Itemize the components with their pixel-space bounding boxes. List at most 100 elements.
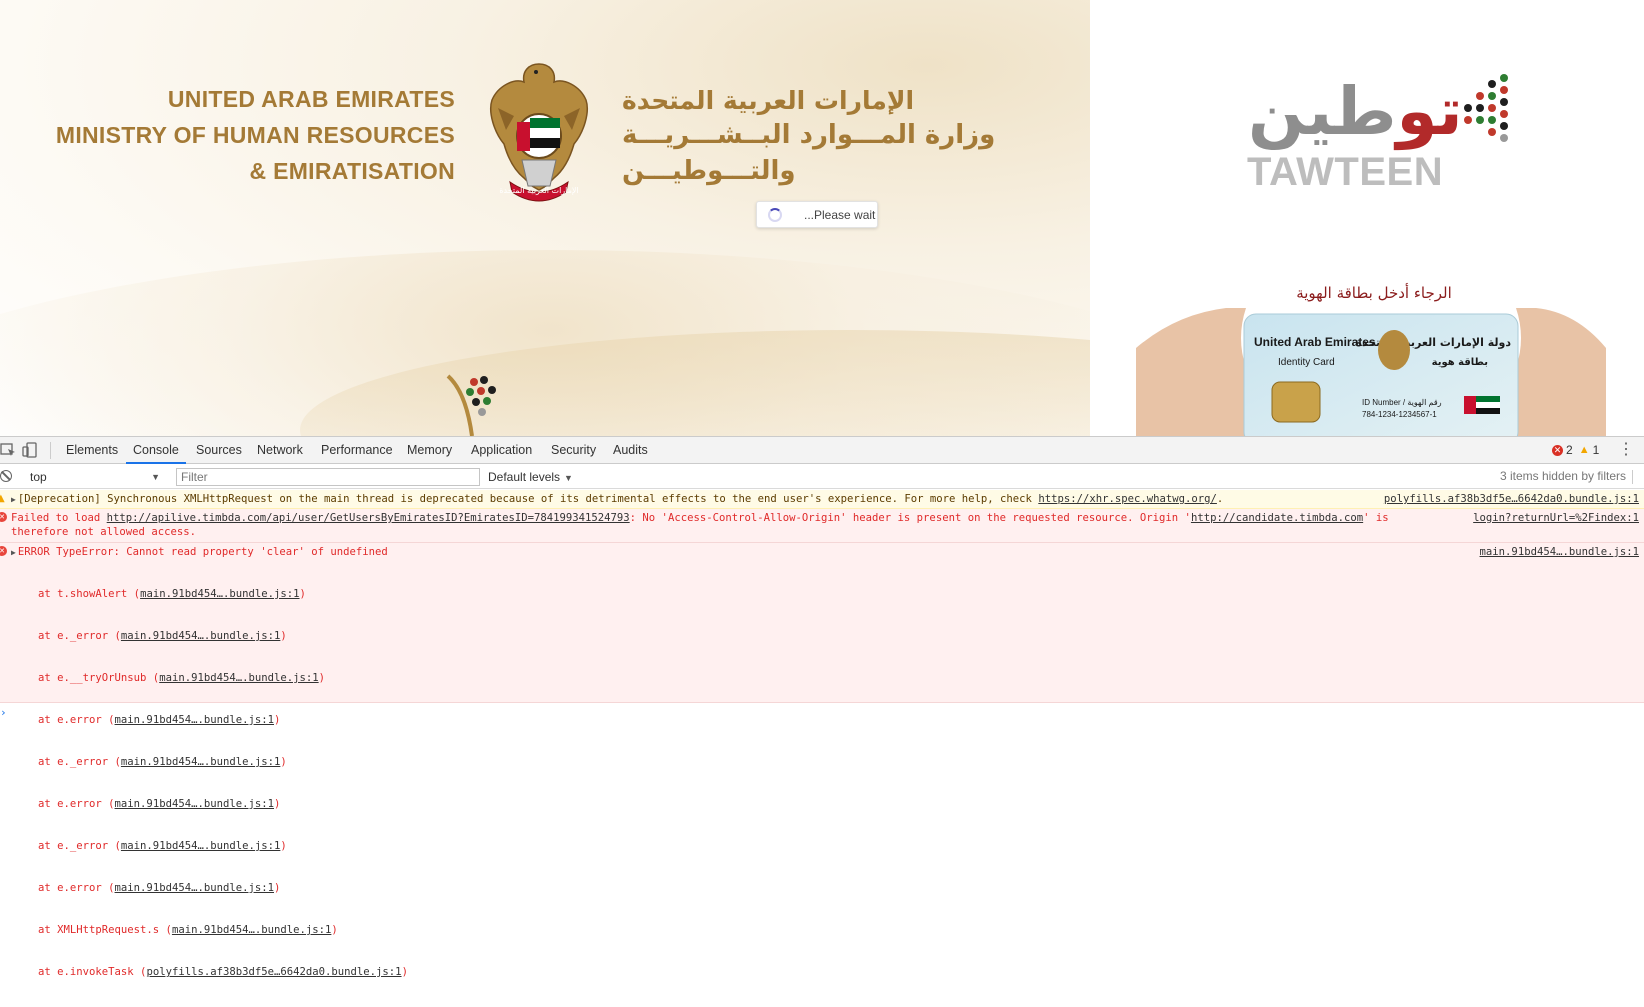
id-card-image: United Arab Emirates Identity Card دولة … (1136, 308, 1606, 436)
ministry-name-ar-line1: الإمارات العربية المتحدة (622, 86, 915, 115)
loading-text: ...Please wait (804, 207, 876, 222)
stack-frame-link[interactable]: main.91bd454….bundle.js:1 (159, 672, 318, 684)
tab-application[interactable]: Application (471, 437, 532, 464)
api-url-link[interactable]: http://apilive.timbda.com/api/user/GetUs… (107, 512, 630, 524)
devtools-panel: Elements Console Sources Network Perform… (0, 436, 1644, 978)
tab-console[interactable]: Console (126, 437, 186, 464)
emblem-ribbon-text: الإمارات العربية المتحدة (499, 186, 578, 196)
tawteen-mark-icon (446, 374, 496, 436)
stack-frame: at e.invokeTask (polyfills.af38b3df5e…66… (38, 966, 408, 978)
message-source-link[interactable]: polyfills.af38b3df5e…6642da0.bundle.js:1 (1384, 492, 1639, 506)
message-source-link[interactable]: login?returnUrl=%2Findex:1 (1473, 511, 1639, 525)
ministry-name-ar-line2: وزارة المـــوارد البــشـــريـــة (622, 120, 996, 150)
stack-frame-link[interactable]: main.91bd454….bundle.js:1 (140, 588, 299, 600)
more-options-icon[interactable]: ⋮ (1618, 440, 1634, 460)
devtools-tabbar: Elements Console Sources Network Perform… (0, 437, 1644, 464)
log-levels-value: Default levels (488, 470, 561, 484)
toolbar-divider (50, 442, 51, 459)
stack-frame: at e.__tryOrUnsub (main.91bd454….bundle.… (38, 672, 326, 684)
error-icon: ✕ (1552, 444, 1563, 456)
warning-icon: ▲ (0, 493, 5, 504)
typeerror-title: ▶ ERROR TypeError: Cannot read property '… (11, 545, 388, 560)
tab-network[interactable]: Network (257, 437, 303, 464)
ministry-name-en-line2: MINISTRY OF HUMAN RESOURCES (55, 122, 455, 148)
cors-text-c: ' is (1363, 512, 1389, 524)
warning-icon: ▲ (1578, 444, 1590, 456)
origin-link[interactable]: http://candidate.timbda.com (1191, 512, 1363, 524)
cors-error-line2: therefore not allowed access. (11, 526, 196, 538)
toolbar-divider (1632, 470, 1633, 484)
stack-frame-link[interactable]: main.91bd454….bundle.js:1 (115, 798, 274, 810)
context-value: top (30, 470, 47, 484)
message-source-link[interactable]: main.91bd454….bundle.js:1 (1480, 545, 1639, 559)
tawteen-logo-ar-rest: طين (1248, 73, 1397, 150)
card-subtitle-ar: بطاقة هوية (1432, 357, 1488, 368)
context-select[interactable]: top ▼ (30, 468, 160, 486)
ministry-name-en-line3: & EMIRATISATION (249, 158, 455, 184)
stack-frame-link[interactable]: main.91bd454….bundle.js:1 (121, 840, 280, 852)
log-levels-select[interactable]: Default levels ▼ (488, 468, 573, 487)
error-count: 2 (1566, 443, 1573, 457)
tab-audits[interactable]: Audits (613, 437, 648, 464)
cors-error-line1: Failed to load http://apilive.timbda.com… (11, 511, 1389, 525)
stack-frame: at e.error (main.91bd454….bundle.js:1) (38, 798, 281, 810)
spinner-icon (768, 207, 782, 222)
stack-frame: at e.error (main.91bd454….bundle.js:1) (38, 882, 281, 894)
error-icon: ✕ (0, 546, 7, 556)
tawteen-logo-ar: توطين (1248, 72, 1463, 152)
stack-frame-link[interactable]: main.91bd454….bundle.js:1 (121, 756, 280, 768)
expand-triangle-icon[interactable]: ▶ (11, 493, 16, 507)
tawteen-logo-ar-accent: تو (1396, 73, 1463, 150)
filter-input[interactable] (176, 468, 480, 486)
warning-text-suffix: . (1216, 493, 1224, 505)
console-warning-message[interactable]: ▲ ▶ [Deprecation] Synchronous XMLHttpRequ… (0, 490, 1644, 509)
cors-text-b: : No 'Access-Control-Allow-Origin' heade… (629, 512, 1191, 524)
card-id-label: ID Number / رقم الهوية (1362, 398, 1442, 407)
stack-frame: at e._error (main.91bd454….bundle.js:1) (38, 840, 287, 852)
error-icon: ✕ (0, 512, 7, 522)
stack-frame: at t.showAlert (main.91bd454….bundle.js:… (38, 588, 306, 600)
tab-elements[interactable]: Elements (66, 437, 118, 464)
console-filterbar: top ▼ Default levels▼ 3 items hidden by … (0, 465, 1644, 489)
tawteen-logo-en: TAWTEEN (1247, 150, 1444, 194)
expand-triangle-icon[interactable]: ▶ (11, 546, 16, 560)
stack-frame-link[interactable]: main.91bd454….bundle.js:1 (121, 630, 280, 642)
prompt-caret-icon: › (0, 706, 7, 719)
web-page: UNITED ARAB EMIRATES MINISTRY OF HUMAN R… (0, 0, 1644, 436)
tab-sources[interactable]: Sources (196, 437, 242, 464)
xhr-spec-link[interactable]: https://xhr.spec.whatwg.org/ (1038, 493, 1217, 505)
tab-memory[interactable]: Memory (407, 437, 452, 464)
console-prompt[interactable]: › (0, 703, 1644, 721)
stack-frame: at XMLHttpRequest.s (main.91bd454….bundl… (38, 924, 338, 936)
loading-indicator: ...Please wait (756, 201, 878, 228)
console-messages: ▲ ▶ [Deprecation] Synchronous XMLHttpRequ… (0, 490, 1644, 978)
issue-counts[interactable]: ✕ 2 ▲ 1 (1552, 443, 1599, 457)
cors-text-a: Failed to load (11, 512, 107, 524)
uae-emblem-icon: الإمارات العربية المتحدة (490, 63, 588, 202)
warning-text: ▶ [Deprecation] Synchronous XMLHttpReques… (11, 492, 1223, 507)
card-subtitle-en: Identity Card (1278, 357, 1335, 368)
id-card-prompt: الرجاء أدخل بطاقة الهوية (1296, 284, 1452, 302)
stack-frame-link[interactable]: main.91bd454….bundle.js:1 (172, 924, 331, 936)
clear-console-icon[interactable] (0, 470, 12, 482)
warning-count: 1 (1592, 443, 1600, 457)
stack-trace: at t.showAlert (main.91bd454….bundle.js:… (38, 559, 408, 1007)
card-id-number: 784-1234-1234567-1 (1362, 410, 1437, 419)
console-error-message[interactable]: ✕ ▶ ERROR TypeError: Cannot read property… (0, 543, 1644, 978)
ministry-name-ar-line3: والتـــوطيـــن (622, 156, 796, 186)
tab-performance[interactable]: Performance (321, 437, 393, 464)
stack-frame: at e._error (main.91bd454….bundle.js:1) (38, 630, 287, 642)
tab-security[interactable]: Security (551, 437, 596, 464)
inspect-element-icon[interactable] (0, 441, 18, 459)
dropdown-arrow-icon: ▼ (564, 473, 573, 483)
hidden-items-text: 3 items hidden by filters (1499, 469, 1626, 483)
device-toolbar-icon[interactable] (22, 441, 40, 459)
stack-frame-link[interactable]: polyfills.af38b3df5e…6642da0.bundle.js:1 (146, 966, 401, 978)
ministry-name-en-line1: UNITED ARAB EMIRATES (167, 86, 455, 112)
warning-text-prefix: [Deprecation] Synchronous XMLHttpRequest… (17, 493, 1039, 505)
console-error-message[interactable]: ✕ Failed to load http://apilive.timbda.c… (0, 509, 1644, 543)
dropdown-arrow-icon: ▼ (151, 472, 160, 482)
typeerror-title-text: ERROR TypeError: Cannot read property 'c… (17, 546, 388, 558)
stack-frame-link[interactable]: main.91bd454….bundle.js:1 (115, 882, 274, 894)
ministry-banner: UNITED ARAB EMIRATES MINISTRY OF HUMAN R… (0, 0, 1090, 436)
